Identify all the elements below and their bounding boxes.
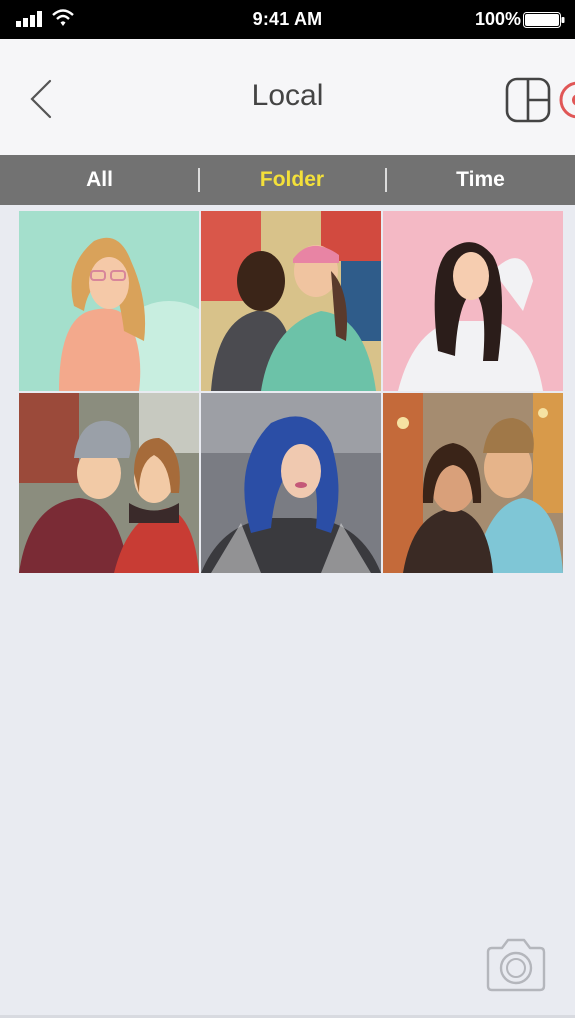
record-icon[interactable]: [556, 76, 575, 124]
collage-layout-icon[interactable]: [505, 76, 553, 124]
tab-time[interactable]: Time: [386, 155, 575, 205]
photo-thumbnail[interactable]: [201, 393, 381, 573]
battery-percent: 100%: [474, 9, 521, 29]
photo-thumbnail[interactable]: [201, 211, 381, 391]
photo-thumbnail[interactable]: [383, 393, 563, 573]
status-bar: 9:41 AM 100%: [0, 0, 575, 39]
tab-all[interactable]: All: [0, 155, 199, 205]
tab-folder[interactable]: Folder: [199, 155, 385, 205]
segmented-tabs: All Folder Time: [0, 155, 575, 205]
camera-icon[interactable]: [484, 936, 548, 994]
photo-grid: [19, 211, 563, 573]
nav-bar: Local: [0, 39, 575, 155]
photo-thumbnail[interactable]: [383, 211, 563, 391]
battery-icon: [523, 12, 565, 28]
page-title: Local: [251, 79, 324, 112]
photo-thumbnail[interactable]: [19, 393, 199, 573]
photo-thumbnail[interactable]: [19, 211, 199, 391]
